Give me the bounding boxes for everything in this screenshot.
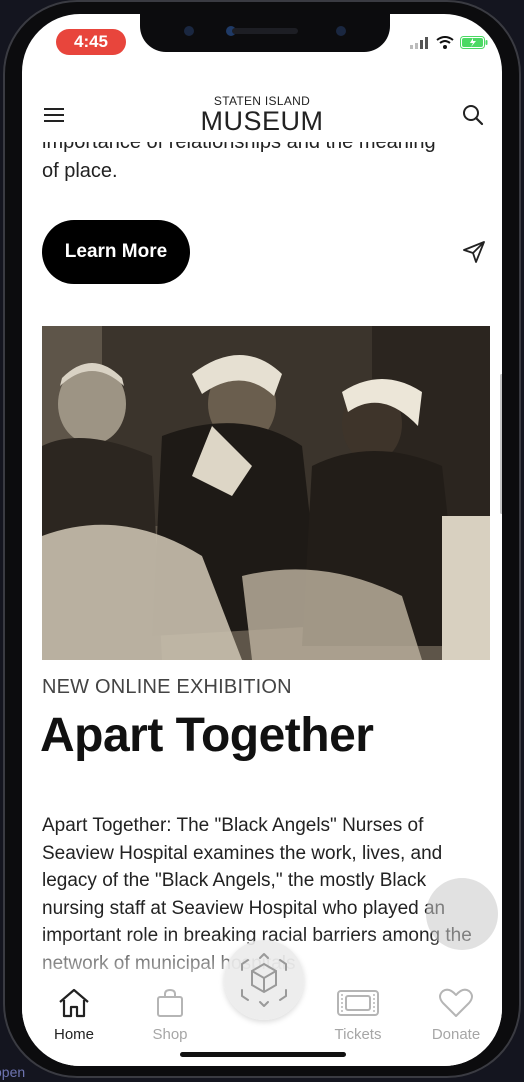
scroll-indicator[interactable]: [500, 374, 502, 514]
floating-touch-button[interactable]: [426, 878, 498, 950]
app-screen: 4:45 STATEN ISLAND MUSEUM importance of …: [22, 14, 502, 1066]
tab-tickets-label: Tickets: [334, 1026, 382, 1043]
intro-partial-line: importance of relationships and the mean…: [42, 142, 436, 153]
edge-label: open: [0, 1064, 26, 1080]
app-header: STATEN ISLAND MUSEUM: [22, 86, 502, 142]
camera-icon: [184, 26, 194, 36]
shopping-bag-icon: [157, 988, 183, 1017]
status-time: 4:45: [56, 29, 126, 55]
tab-tickets[interactable]: Tickets: [318, 986, 398, 1043]
tab-home-label: Home: [53, 1026, 94, 1043]
intro-text: of place.: [42, 160, 118, 182]
tab-home[interactable]: Home: [34, 986, 114, 1043]
logo-title[interactable]: MUSEUM: [22, 106, 502, 137]
nurses-photo-illustration: [42, 326, 490, 660]
exhibition-photo[interactable]: [42, 326, 490, 660]
ar-cube-icon: [241, 953, 287, 1007]
learn-more-button[interactable]: Learn More: [42, 220, 190, 284]
search-icon[interactable]: [460, 102, 486, 128]
tab-shop-label: Shop: [152, 1026, 188, 1043]
phone-frame: 4:45 STATEN ISLAND MUSEUM importance of …: [3, 0, 521, 1078]
battery-icon: [460, 36, 488, 49]
heart-icon: [439, 988, 473, 1017]
home-icon: [59, 988, 89, 1018]
share-icon[interactable]: [462, 240, 486, 264]
home-indicator[interactable]: [180, 1052, 346, 1057]
sensor-icon: [336, 26, 346, 36]
tab-shop[interactable]: Shop: [130, 986, 210, 1043]
exhibition-kicker: NEW ONLINE EXHIBITION: [42, 676, 292, 698]
wifi-icon: [436, 36, 454, 49]
status-icons: [410, 36, 488, 49]
ar-scan-button[interactable]: [224, 940, 304, 1020]
signal-icon: [410, 36, 428, 49]
ticket-icon: [337, 990, 379, 1016]
exhibition-title: Apart Together: [40, 709, 374, 762]
tab-donate-label: Donate: [431, 1026, 481, 1043]
tab-donate[interactable]: Donate: [416, 986, 496, 1043]
speaker: [232, 28, 298, 34]
notch: [140, 14, 390, 52]
